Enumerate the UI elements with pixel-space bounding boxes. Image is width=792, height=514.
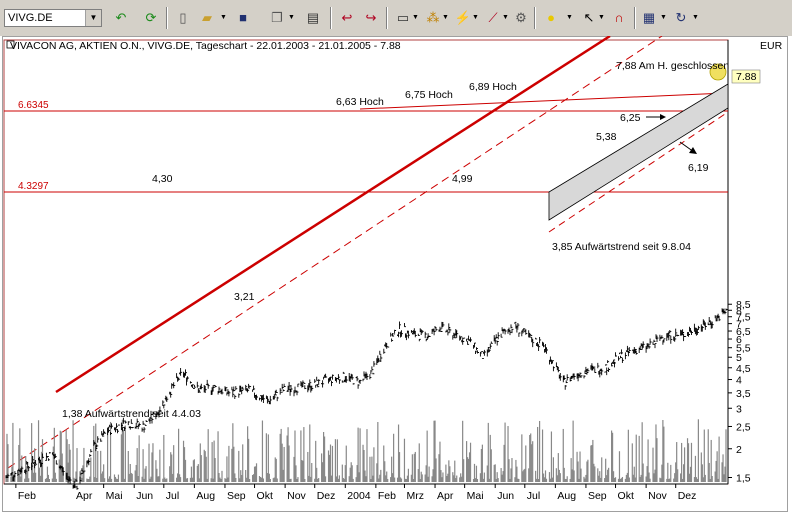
last-price-label: 7.88: [736, 71, 757, 83]
x-axis-labels: Feb Apr Mai Jun Jul Aug Sep Okt Nov Dez 2004 Feb Mrz…: [15, 484, 697, 502]
circle-tool-icon[interactable]: ●: [542, 9, 560, 27]
chevron-down-icon[interactable]: ▼: [288, 14, 295, 21]
chevron-down-icon[interactable]: ▼: [472, 14, 479, 21]
chevron-down-icon[interactable]: ▼: [412, 14, 419, 21]
annotation-138-trend: 1,38 Aufwärtstrend seit 4.4.03: [62, 408, 201, 420]
y-tick-label: 2: [736, 444, 742, 456]
chevron-down-icon[interactable]: ▼: [660, 14, 667, 21]
arrowhead-icon: [660, 114, 666, 120]
toolbar-separator: [386, 7, 388, 29]
long-trend-line[interactable]: [55, 36, 611, 394]
arrowhead-icon: [689, 147, 697, 154]
x-tick-label: Jun: [497, 490, 514, 502]
save-disk-icon[interactable]: ■: [234, 9, 252, 27]
y-tick-label: 2,5: [736, 421, 751, 433]
x-tick-label: Jul: [166, 490, 179, 502]
chart-area[interactable]: VIVACON AG, AKTIEN O.N., VIVG.DE, Tagesc…: [0, 36, 792, 514]
y-tick-label: 3: [736, 403, 742, 415]
settings-icon[interactable]: ⚙: [512, 9, 530, 27]
reload-icon[interactable]: ↻: [672, 9, 690, 27]
x-tick-label: Mrz: [406, 490, 424, 502]
x-tick-label: Dez: [317, 490, 336, 502]
copy-icon[interactable]: ❐: [268, 9, 286, 27]
y-tick-label: 4,5: [736, 363, 751, 375]
x-tick-label: Okt: [618, 490, 634, 502]
x-tick-label: Apr: [76, 490, 93, 502]
indicator-icon[interactable]: ⁂: [424, 9, 442, 27]
y-tick-label: 4: [736, 375, 742, 387]
refresh-icon[interactable]: ⟳: [142, 9, 160, 27]
resistance-label-6634: 6.6345: [18, 100, 49, 111]
chevron-down-icon[interactable]: ▼: [502, 14, 509, 21]
y-tick-label: 1,5: [736, 472, 751, 484]
line-tool-icon[interactable]: ⟋: [484, 9, 502, 27]
x-tick-label: Mai: [467, 490, 484, 502]
y-axis-labels: 8,5876,565,554,543,532,521,57,5: [728, 299, 751, 484]
back-arrow-icon[interactable]: ↶: [112, 9, 130, 27]
trend-channel[interactable]: [548, 83, 729, 221]
x-tick-label: Feb: [378, 490, 396, 502]
x-tick-label: Nov: [287, 490, 306, 502]
support-label-4329: 4.3297: [18, 181, 49, 192]
symbol-value[interactable]: VIVG.DE: [8, 12, 53, 24]
chevron-down-icon[interactable]: ▼: [220, 14, 227, 21]
price-chart-svg[interactable]: VIVACON AG, AKTIEN O.N., VIVG.DE, Tagesc…: [0, 36, 792, 514]
x-tick-label: Okt: [257, 490, 273, 502]
symbol-combobox[interactable]: VIVG.DE ▼: [4, 9, 102, 27]
annotation-788-close: 7,88 Am H. geschlossen: [616, 60, 729, 72]
magnet-icon[interactable]: ∩: [610, 9, 628, 27]
annotation-385-trend: 3,85 Aufwärtstrend seit 9.8.04: [552, 241, 691, 253]
undo-chart-icon[interactable]: ↩: [338, 9, 356, 27]
chevron-down-icon[interactable]: ▼: [598, 14, 605, 21]
chevron-down-icon[interactable]: ▼: [442, 14, 449, 21]
toolbar-separator: [166, 7, 168, 29]
chart-title: VIVACON AG, AKTIEN O.N., VIVG.DE, Tagesc…: [10, 40, 401, 52]
drawing-tool-icon[interactable]: ⚡: [454, 9, 472, 27]
x-tick-label: Aug: [196, 490, 215, 502]
x-tick-label: Nov: [648, 490, 667, 502]
x-tick-label: Dez: [678, 490, 697, 502]
chevron-down-icon[interactable]: ▼: [85, 10, 101, 26]
y-tick-label: 7,5: [736, 312, 751, 324]
currency-label: EUR: [760, 40, 783, 52]
x-tick-label: Jul: [527, 490, 540, 502]
annotation-321: 3,21: [234, 291, 255, 303]
x-tick-label: Jun: [136, 490, 153, 502]
annotation-689-high: 6,89 Hoch: [469, 81, 517, 93]
new-document-icon[interactable]: ▯: [174, 9, 192, 27]
x-tick-label: Mai: [106, 490, 123, 502]
annotation-430: 4,30: [152, 173, 173, 185]
x-tick-label: Sep: [588, 490, 607, 502]
annotation-675-high: 6,75 Hoch: [405, 89, 453, 101]
cursor-icon[interactable]: ↖: [580, 9, 598, 27]
x-tick-label: Aug: [557, 490, 576, 502]
annotation-619: 6,19: [688, 162, 709, 174]
x-tick-label: Apr: [437, 490, 454, 502]
chart-type-icon[interactable]: ▭: [394, 9, 412, 27]
chevron-down-icon[interactable]: ▼: [566, 14, 573, 21]
toolbar-separator: [330, 7, 332, 29]
annotation-538: 5,38: [596, 131, 617, 143]
x-tick-label: 2004: [347, 490, 371, 502]
annotation-625: 6,25: [620, 112, 641, 124]
toolbar: VIVG.DE ▼ ↶ ⟳ ▯ ▰ ▼ ■ ❐ ▼ ▤ ↩ ↪ ▭ ▼ ⁂ ▼ …: [0, 0, 792, 37]
print-icon[interactable]: ▤: [304, 9, 322, 27]
annotation-663-high: 6,63 Hoch: [336, 96, 384, 108]
open-folder-icon[interactable]: ▰: [198, 9, 216, 27]
volume-bars: [5, 419, 727, 482]
y-tick-label: 3,5: [736, 388, 751, 400]
x-tick-label: Feb: [18, 490, 36, 502]
chevron-down-icon[interactable]: ▼: [692, 14, 699, 21]
redo-chart-icon[interactable]: ↪: [362, 9, 380, 27]
toolbar-separator: [634, 7, 636, 29]
toolbar-separator: [534, 7, 536, 29]
x-tick-label: Sep: [227, 490, 246, 502]
annotation-499: 4,99: [452, 173, 473, 185]
properties-icon[interactable]: ▦: [640, 9, 658, 27]
